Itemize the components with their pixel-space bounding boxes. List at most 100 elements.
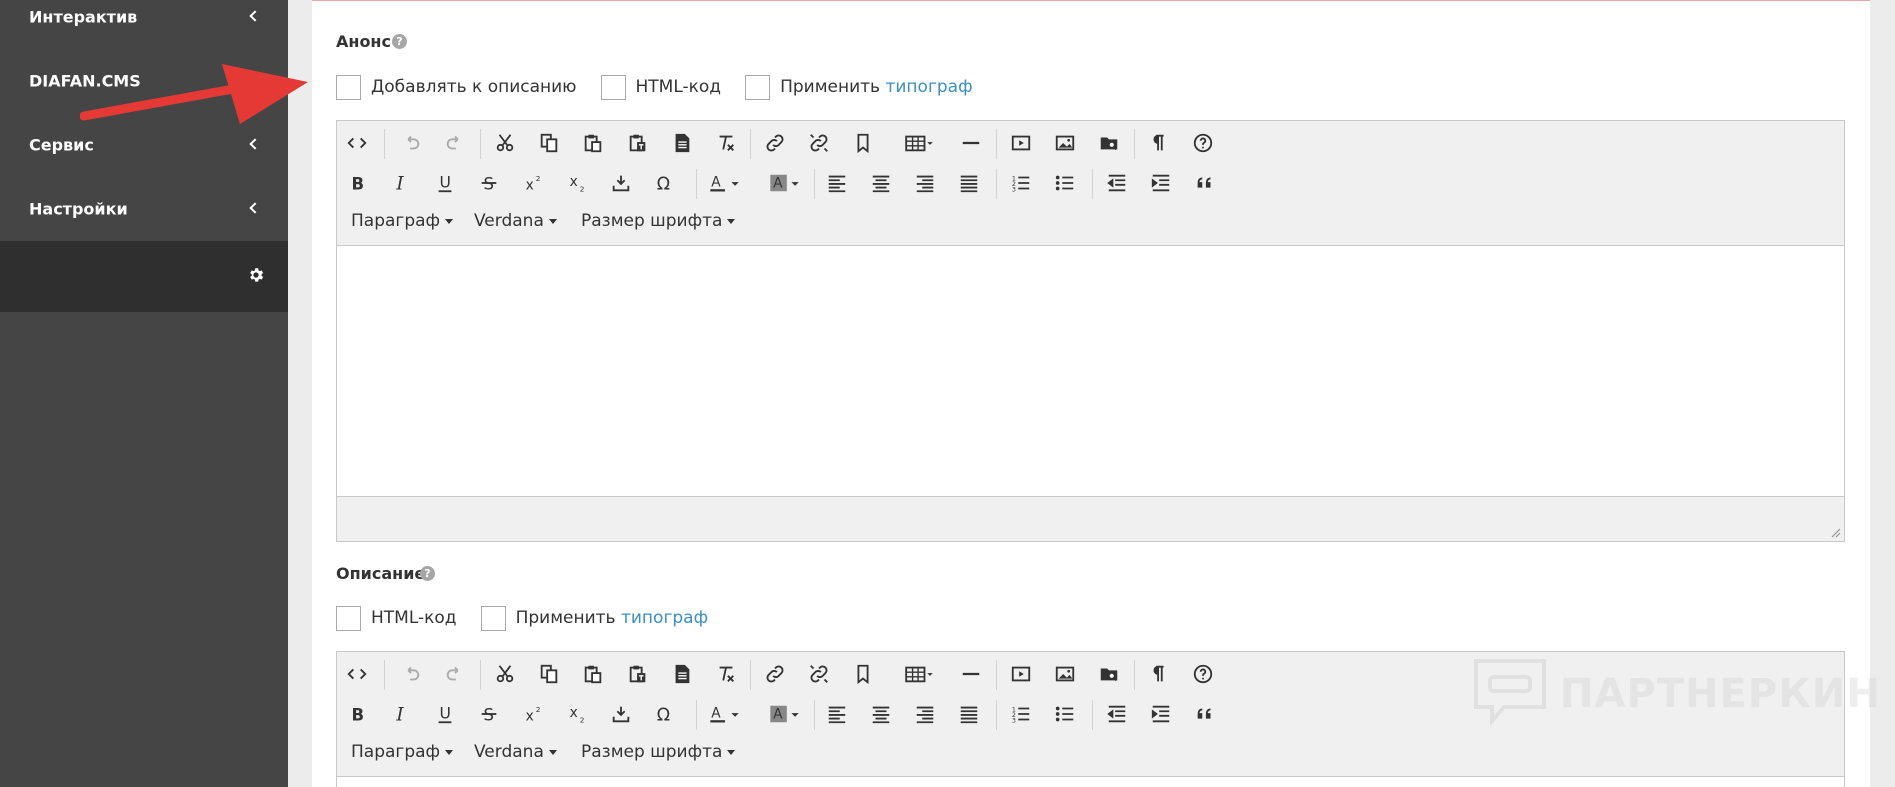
numbered-list-icon[interactable]: 123	[1007, 700, 1035, 728]
align-center-icon[interactable]	[867, 700, 895, 728]
font-size-dropdown[interactable]: Размер шрифта	[581, 742, 736, 762]
blockquote-icon[interactable]	[1191, 700, 1219, 728]
typograph-option[interactable]: Применить типограф	[745, 74, 973, 100]
bold-icon[interactable]: B	[343, 169, 371, 197]
image-icon[interactable]	[1051, 129, 1079, 157]
special-char-icon[interactable]: Ω	[651, 700, 679, 728]
help-icon[interactable]	[1189, 129, 1217, 157]
strikethrough-icon[interactable]: S	[475, 169, 503, 197]
image-icon[interactable]	[1051, 660, 1079, 688]
typograph-option[interactable]: Применить типограф	[480, 605, 708, 631]
italic-icon[interactable]: I	[387, 169, 415, 197]
align-justify-icon[interactable]	[955, 700, 983, 728]
paste-word-icon[interactable]	[668, 129, 696, 157]
resize-handle-icon[interactable]	[1829, 526, 1841, 538]
underline-icon[interactable]: U	[431, 169, 459, 197]
html-code-option[interactable]: HTML-код	[336, 605, 457, 631]
file-browser-icon[interactable]	[1095, 660, 1123, 688]
announce-text-area[interactable]	[337, 245, 1844, 497]
text-color-icon[interactable]: A	[703, 169, 747, 197]
link-icon[interactable]	[761, 660, 789, 688]
cut-icon[interactable]	[491, 660, 519, 688]
background-color-icon[interactable]: A	[763, 700, 807, 728]
bookmark-icon[interactable]	[849, 660, 877, 688]
subscript-icon[interactable]: x2	[563, 700, 591, 728]
cut-icon[interactable]	[491, 129, 519, 157]
html-code-checkbox[interactable]	[336, 605, 361, 631]
paste-icon[interactable]	[579, 129, 607, 157]
html-code-option[interactable]: HTML-код	[600, 74, 721, 100]
copy-icon[interactable]	[535, 129, 563, 157]
bullet-list-icon[interactable]	[1051, 169, 1079, 197]
media-icon[interactable]	[1007, 660, 1035, 688]
font-size-dropdown[interactable]: Размер шрифта	[581, 211, 736, 231]
remove-format-icon[interactable]	[712, 129, 740, 157]
align-left-icon[interactable]	[823, 169, 851, 197]
help-icon[interactable]: ?	[392, 34, 407, 49]
undo-icon[interactable]	[397, 660, 425, 688]
sidebar-item-interactive[interactable]: Интерактив	[0, 0, 288, 49]
outdent-icon[interactable]	[1103, 169, 1131, 197]
font-family-dropdown[interactable]: Verdana	[474, 211, 557, 231]
file-browser-icon[interactable]	[1095, 129, 1123, 157]
bookmark-icon[interactable]	[849, 129, 877, 157]
horizontal-line-icon[interactable]	[957, 129, 985, 157]
bold-icon[interactable]: B	[343, 700, 371, 728]
remove-format-icon[interactable]	[712, 660, 740, 688]
typograph-link[interactable]: типограф	[885, 77, 972, 97]
unlink-icon[interactable]	[805, 660, 833, 688]
html-code-checkbox[interactable]	[600, 74, 626, 100]
indent-icon[interactable]	[1147, 169, 1175, 197]
copy-icon[interactable]	[535, 660, 563, 688]
special-char-icon[interactable]: Ω	[651, 169, 679, 197]
outdent-icon[interactable]	[1103, 700, 1131, 728]
typograph-checkbox[interactable]	[480, 605, 506, 631]
indent-icon[interactable]	[1147, 700, 1175, 728]
undo-icon[interactable]	[397, 129, 425, 157]
paste-text-icon[interactable]	[624, 660, 652, 688]
typograph-checkbox[interactable]	[745, 74, 771, 100]
subscript-icon[interactable]: x2	[563, 169, 591, 197]
text-color-icon[interactable]: A	[703, 700, 747, 728]
horizontal-line-icon[interactable]	[957, 660, 985, 688]
underline-icon[interactable]: U	[431, 700, 459, 728]
format-dropdown[interactable]: Параграф	[351, 742, 454, 762]
table-icon[interactable]	[899, 660, 939, 688]
align-justify-icon[interactable]	[955, 169, 983, 197]
align-center-icon[interactable]	[867, 169, 895, 197]
link-icon[interactable]	[761, 129, 789, 157]
paragraph-icon[interactable]	[1145, 129, 1173, 157]
strikethrough-icon[interactable]: S	[475, 700, 503, 728]
italic-icon[interactable]: I	[387, 700, 415, 728]
superscript-icon[interactable]: x2	[519, 700, 547, 728]
insert-anchor-icon[interactable]	[607, 700, 635, 728]
background-color-icon[interactable]: A	[763, 169, 807, 197]
align-right-icon[interactable]	[911, 169, 939, 197]
source-code-icon[interactable]	[343, 660, 371, 688]
redo-icon[interactable]	[441, 660, 469, 688]
media-icon[interactable]	[1007, 129, 1035, 157]
superscript-icon[interactable]: x2	[519, 169, 547, 197]
font-family-dropdown[interactable]: Verdana	[474, 742, 557, 762]
paragraph-icon[interactable]	[1145, 660, 1173, 688]
add-to-description-checkbox[interactable]	[336, 74, 361, 100]
numbered-list-icon[interactable]: 123	[1007, 169, 1035, 197]
typograph-link[interactable]: типограф	[621, 608, 708, 628]
align-left-icon[interactable]	[823, 700, 851, 728]
bullet-list-icon[interactable]	[1051, 700, 1079, 728]
paste-word-icon[interactable]	[668, 660, 696, 688]
description-text-area[interactable]	[337, 776, 1844, 787]
source-code-icon[interactable]	[343, 129, 371, 157]
help-icon[interactable]: ?	[420, 566, 435, 581]
insert-anchor-icon[interactable]	[607, 169, 635, 197]
table-icon[interactable]	[899, 129, 939, 157]
unlink-icon[interactable]	[805, 129, 833, 157]
paste-icon[interactable]	[579, 660, 607, 688]
align-right-icon[interactable]	[911, 700, 939, 728]
sidebar-item-settings[interactable]: Настройки	[0, 177, 288, 241]
add-to-description-option[interactable]: Добавлять к описанию	[336, 74, 577, 100]
help-icon[interactable]	[1189, 660, 1217, 688]
gear-icon[interactable]	[247, 266, 265, 284]
paste-text-icon[interactable]	[624, 129, 652, 157]
blockquote-icon[interactable]	[1191, 169, 1219, 197]
